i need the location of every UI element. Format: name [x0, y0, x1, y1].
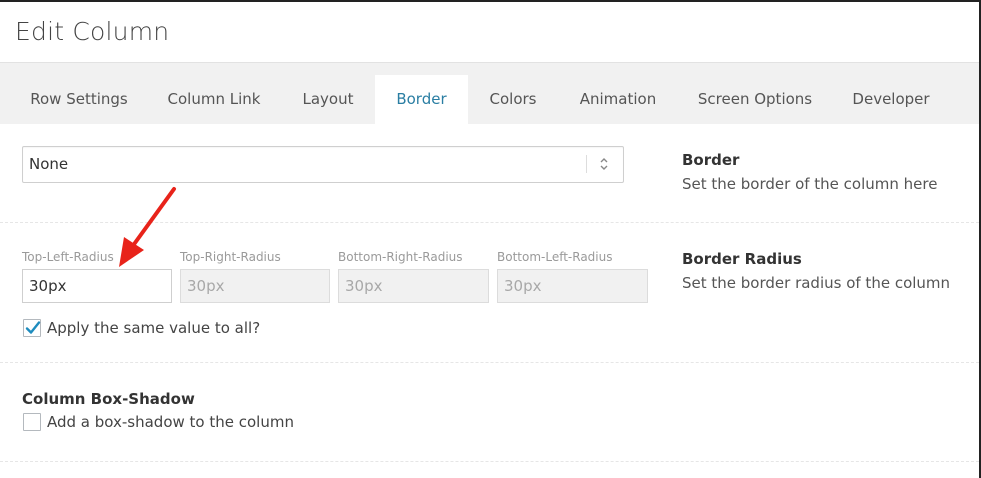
bottom-right-radius-label: Bottom-Right-Radius: [338, 250, 463, 264]
page-title: Edit Column: [15, 17, 170, 46]
tab-column-link[interactable]: Column Link: [148, 75, 280, 124]
box-shadow-title: Column Box-Shadow: [22, 390, 195, 408]
tab-border[interactable]: Border: [375, 75, 468, 124]
border-style-select-value: None: [29, 155, 69, 173]
tab-row-settings[interactable]: Row Settings: [12, 75, 146, 124]
tab-screen-options[interactable]: Screen Options: [678, 75, 832, 124]
bottom-right-radius-input: 30px: [338, 269, 489, 303]
border-description: Set the border of the column here: [682, 175, 938, 193]
section-divider: [0, 362, 979, 363]
box-shadow-checkbox[interactable]: [23, 413, 41, 431]
apply-same-value-checkbox[interactable]: [23, 319, 41, 337]
select-divider: [586, 155, 587, 173]
top-right-radius-label: Top-Right-Radius: [180, 250, 281, 264]
annotation-arrow-icon: [119, 187, 176, 267]
border-style-select[interactable]: None: [22, 146, 624, 183]
tab-developer[interactable]: Developer: [834, 75, 948, 124]
bottom-left-radius-label: Bottom-Left-Radius: [497, 250, 613, 264]
apply-same-value-label[interactable]: Apply the same value to all?: [47, 319, 260, 337]
checkmark-icon: [25, 321, 41, 334]
box-shadow-checkbox-label[interactable]: Add a box-shadow to the column: [47, 413, 294, 431]
top-left-radius-label: Top-Left-Radius: [22, 250, 114, 264]
border-title: Border: [682, 151, 740, 169]
tab-colors[interactable]: Colors: [468, 75, 558, 124]
tab-animation[interactable]: Animation: [560, 75, 676, 124]
top-right-radius-input: 30px: [180, 269, 330, 303]
tab-bar: Row Settings Column Link Layout Border C…: [0, 63, 979, 124]
border-radius-title: Border Radius: [682, 250, 802, 268]
section-divider: [0, 461, 979, 462]
tab-layout[interactable]: Layout: [282, 75, 374, 124]
border-radius-description: Set the border radius of the column: [682, 274, 951, 292]
select-arrows-icon: [600, 158, 608, 170]
modal-header: Edit Column: [0, 2, 979, 63]
bottom-left-radius-input: 30px: [497, 269, 648, 303]
